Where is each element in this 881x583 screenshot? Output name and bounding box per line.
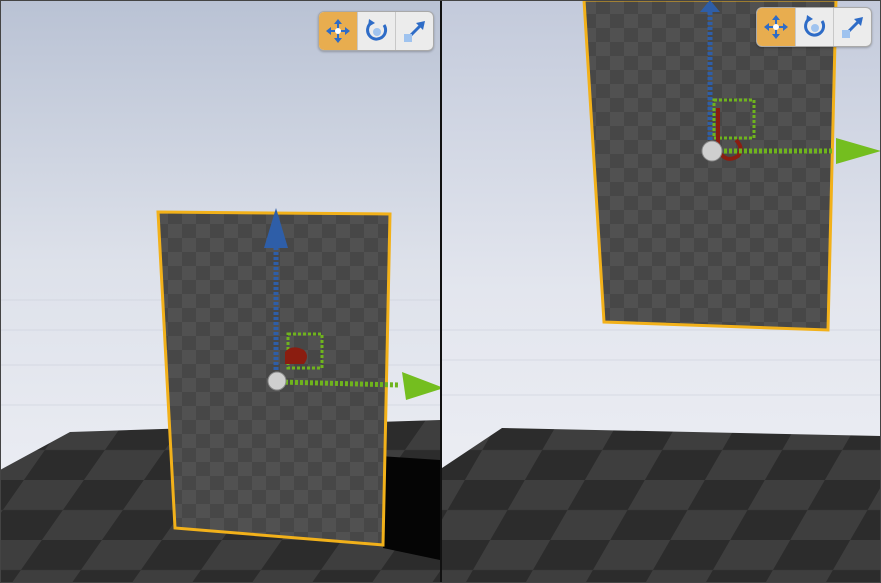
transform-toolbar-left bbox=[318, 11, 434, 51]
move-icon bbox=[764, 15, 788, 39]
scale-icon bbox=[841, 17, 863, 38]
editor-window bbox=[0, 0, 881, 583]
floor bbox=[442, 428, 881, 583]
gizmo-x-axis[interactable] bbox=[285, 347, 307, 364]
viewport-right-scene bbox=[442, 0, 881, 583]
rotate-icon bbox=[365, 19, 387, 41]
transform-toolbar-right bbox=[756, 7, 872, 47]
translate-tool-button[interactable] bbox=[757, 8, 795, 46]
viewport-right[interactable] bbox=[442, 0, 881, 583]
viewport-left[interactable] bbox=[0, 0, 440, 583]
rotate-tool-button[interactable] bbox=[357, 12, 395, 50]
translate-tool-button[interactable] bbox=[319, 12, 357, 50]
rotate-icon bbox=[803, 15, 825, 37]
plane-shadow bbox=[380, 456, 440, 560]
scale-tool-button[interactable] bbox=[833, 8, 871, 46]
scale-icon bbox=[403, 21, 425, 42]
viewport-left-scene bbox=[0, 0, 440, 583]
gizmo-center[interactable] bbox=[701, 140, 723, 162]
gizmo-center[interactable] bbox=[267, 371, 287, 391]
move-icon bbox=[326, 19, 350, 43]
scale-tool-button[interactable] bbox=[395, 12, 433, 50]
rotate-tool-button[interactable] bbox=[795, 8, 833, 46]
